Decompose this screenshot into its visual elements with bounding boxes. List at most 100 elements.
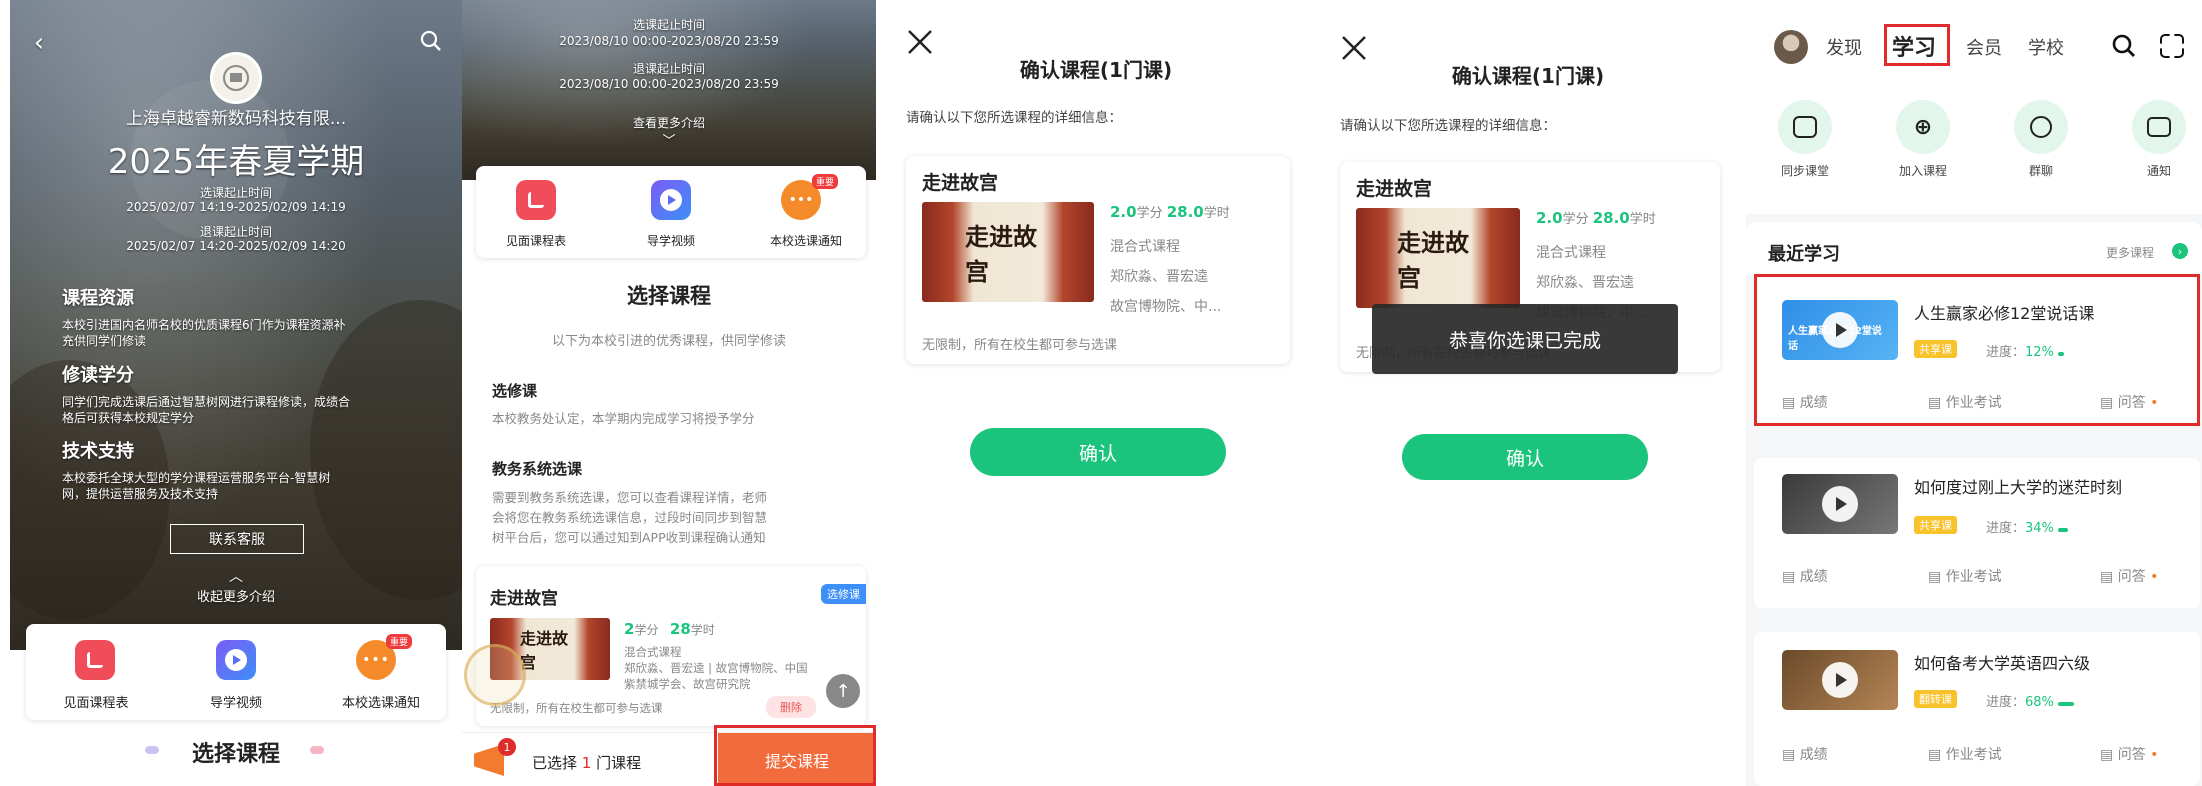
panel-confirm-success: 确认课程(1门课) 请确认以下您所选课程的详细信息： 走进故宫 走进故宫 2.0… — [1316, 0, 1740, 786]
search-icon[interactable] — [2112, 34, 2136, 58]
notification-label[interactable]: 通知 — [2114, 162, 2202, 179]
more-courses-link[interactable]: 更多课程 — [2106, 244, 2154, 261]
section-body: 本校引进国内名师名校的优质课程6门作为课程资源补 — [62, 318, 346, 332]
school-logo — [210, 52, 262, 104]
homework-exam-action[interactable]: ▤ 作业考试 — [1928, 392, 2002, 412]
course-credit-hours: 2学分 28学时 — [624, 620, 715, 638]
section-title: 技术支持 — [62, 441, 134, 462]
progress-bar — [2058, 528, 2069, 532]
close-icon[interactable] — [906, 28, 934, 56]
tab-member[interactable]: 会员 — [1966, 34, 2002, 60]
course-thumbnail: 走进故宫 — [922, 202, 1094, 302]
course-teachers: 郑欣淼、晋宏逵 — [1110, 269, 1208, 285]
seal-watermark — [464, 644, 526, 706]
course-progress: 进度：12% — [1986, 341, 2065, 360]
course-teachers: 紫禁城学会、故宫研究院 — [624, 677, 751, 691]
select-course-heading: 选择课程 — [191, 742, 280, 767]
course-thumbnail — [1782, 650, 1898, 710]
sync-class-icon[interactable] — [1778, 100, 1832, 154]
chevron-right-icon[interactable]: › — [2172, 243, 2188, 259]
course-card: 走进故宫 走进故宫 2.0学分 28.0学时 混合式课程 郑欣淼、晋宏逵 故宫博… — [906, 156, 1290, 364]
course-mode: 混合式课程 — [624, 645, 682, 659]
group-chat-label[interactable]: 群聊 — [1996, 162, 2086, 179]
course-mode: 混合式课程 — [1536, 245, 1606, 261]
quick-actions-card: 见面课程表 导学视频 ••• 重要 本校选课通知 — [476, 166, 866, 258]
course-credit-hours: 2.0学分 28.0学时 — [1110, 203, 1230, 221]
qa-action[interactable]: ▤ 问答 • — [2100, 744, 2158, 764]
course-progress: 进度：34% — [1986, 517, 2069, 536]
chevron-up-icon[interactable]: ︿ — [10, 566, 462, 586]
delete-button[interactable]: 删除 — [766, 696, 816, 718]
homework-exam-action[interactable]: ▤ 作业考试 — [1928, 744, 2002, 764]
more-intro-link[interactable]: 查看更多介绍 — [462, 114, 876, 131]
back-icon[interactable]: ‹ — [26, 28, 52, 58]
dialog-desc: 请确认以下您所选课程的详细信息： — [906, 110, 1122, 126]
highlight-box — [1884, 24, 1950, 66]
section-title: 课程资源 — [62, 288, 134, 309]
course-progress: 进度：68% — [1986, 691, 2075, 710]
search-icon[interactable] — [420, 30, 442, 52]
qa-action[interactable]: ▤ 问答 • — [2100, 566, 2158, 586]
collapse-intro-link[interactable]: 收起更多介绍 — [10, 586, 462, 605]
course-credit-hours: 2.0学分 28.0学时 — [1536, 209, 1656, 227]
quick-video-label[interactable]: 导学视频 — [186, 692, 286, 711]
section-title: 修读学分 — [62, 365, 134, 386]
confirm-button[interactable]: 确认 — [970, 428, 1226, 476]
system-select-title: 教务系统选课 — [492, 460, 583, 478]
quick-notice-label[interactable]: 本校选课通知 — [751, 232, 861, 249]
close-icon[interactable] — [1340, 34, 1368, 62]
grade-action[interactable]: ▤ 成绩 — [1782, 566, 1828, 586]
tab-discover[interactable]: 发现 — [1826, 34, 1862, 60]
course-card[interactable]: 走进故宫 选修课 走进故宫 2学分 28学时 混合式课程 郑欣淼、晋宏逵 | 故… — [476, 566, 866, 726]
grade-action[interactable]: ▤ 成绩 — [1782, 392, 1828, 412]
timetable-icon[interactable] — [75, 640, 115, 680]
homework-exam-action[interactable]: ▤ 作业考试 — [1928, 566, 2002, 586]
join-course-label[interactable]: 加入课程 — [1878, 162, 1968, 179]
quick-video-label[interactable]: 导学视频 — [621, 232, 721, 249]
quick-actions-card: 见面课程表 导学视频 ••• 重要 本校选课通知 — [26, 624, 446, 720]
timetable-icon[interactable] — [516, 180, 556, 220]
section-body: 格后可获得本校规定学分 — [62, 411, 195, 425]
quick-notice-label[interactable]: 本校选课通知 — [326, 692, 436, 711]
chevron-down-icon[interactable]: ﹀ — [462, 130, 876, 149]
confirm-button[interactable]: 确认 — [1402, 434, 1648, 480]
course-name: 走进故宫 — [1356, 178, 1433, 200]
dialog-title: 确认课程(1门课) — [1019, 58, 1173, 82]
drop-time-label: 退课起止时间 — [199, 225, 272, 239]
group-chat-icon[interactable] — [2014, 100, 2068, 154]
video-icon[interactable] — [651, 180, 691, 220]
progress-bar — [2058, 352, 2065, 356]
course-teachers: 郑欣淼、晋宏逵 — [1536, 275, 1634, 291]
tab-school[interactable]: 学校 — [2028, 34, 2064, 60]
qa-action[interactable]: ▤ 问答 • — [2100, 392, 2158, 412]
course-teachers: 郑欣淼、晋宏逵 | 故宫博物院、中国 — [624, 661, 808, 675]
scroll-top-icon[interactable]: ↑ — [826, 674, 860, 708]
dialog-title: 确认课程(1门课) — [1451, 64, 1605, 88]
section-body: 同学们完成选课后通过智慧树网进行课程修读，成绩合 — [62, 395, 351, 409]
course-type-tag: 共享课 — [1914, 340, 1957, 358]
course-title: 如何备考大学英语四六级 — [1914, 654, 2091, 673]
org-name: 上海卓越睿新数码科技有限... — [125, 109, 347, 129]
select-course-heading: 选择课程 — [627, 284, 711, 308]
contact-service-button[interactable]: 联系客服 — [170, 524, 304, 554]
quick-timetable-label[interactable]: 见面课程表 — [46, 692, 146, 711]
course-institution: 故宫博物院、中... — [1110, 299, 1222, 315]
important-badge: 重要 — [812, 174, 839, 189]
notification-icon[interactable] — [2132, 100, 2186, 154]
deco-dots — [310, 746, 324, 754]
sync-class-label[interactable]: 同步课堂 — [1760, 162, 1850, 179]
quick-timetable-label[interactable]: 见面课程表 — [486, 232, 586, 249]
course-title: 人生赢家必修12堂说话课 — [1914, 304, 2095, 323]
video-icon[interactable] — [216, 640, 256, 680]
course-note: 无限制，所有在校生都可参与选课 — [490, 701, 663, 715]
section-body: 充供同学们修读 — [62, 334, 147, 348]
join-course-icon[interactable]: ⊕ — [1896, 100, 1950, 154]
panel-learning-home: 发现 学习 会员 学校 同步课堂 ⊕ 加入课程 群聊 通知 最近学习 更多课程 … — [1746, 0, 2202, 786]
course-name: 走进故宫 — [922, 172, 999, 194]
panel-term-intro: ‹ 上海卓越睿新数码科技有限... 2025年春夏学期 选课起止时间 2025/… — [10, 0, 462, 786]
progress-bar — [2058, 702, 2075, 706]
grade-action[interactable]: ▤ 成绩 — [1782, 744, 1828, 764]
avatar[interactable] — [1774, 30, 1808, 64]
panel-confirm-dialog: 确认课程(1门课) 请确认以下您所选课程的详细信息： 走进故宫 走进故宫 2.0… — [882, 0, 1310, 786]
success-toast: 恭喜你选课已完成 — [1372, 304, 1678, 374]
